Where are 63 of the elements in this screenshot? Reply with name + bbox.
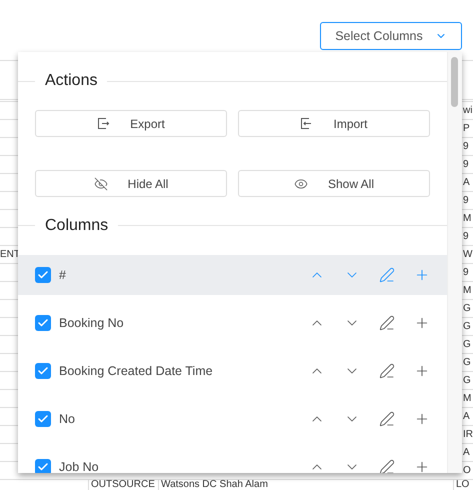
edit-icon[interactable] — [379, 459, 395, 473]
table-cell: Watsons DC Shah Alam — [158, 480, 453, 490]
select-columns-button[interactable]: Select Columns — [320, 22, 462, 50]
table-cell-text: 9 — [462, 158, 470, 172]
table-cell-text: 9 — [462, 194, 470, 208]
checkbox[interactable] — [35, 267, 51, 283]
table-cell-text: A — [462, 446, 471, 460]
column-label: Booking No — [59, 316, 125, 330]
table-cell-text: ENT — [0, 248, 21, 262]
table-cell-text: 9 — [462, 266, 470, 280]
table-cell-text: G — [462, 338, 472, 352]
import-icon — [300, 117, 314, 130]
table-cell-text: M — [462, 284, 472, 298]
checkbox[interactable] — [35, 411, 51, 427]
checkbox[interactable] — [35, 315, 51, 331]
check-icon — [37, 413, 49, 425]
table-cell-text: G — [462, 302, 472, 316]
table-cell-text: 9 — [462, 140, 470, 154]
add-icon[interactable] — [414, 411, 430, 427]
column-label: No — [59, 412, 76, 426]
eye-off-icon — [94, 176, 108, 190]
action-button[interactable]: Hide All — [35, 170, 227, 197]
column-row[interactable]: Job No — [18, 447, 447, 473]
table-cell-text: wi — [462, 104, 473, 118]
table-cell-text: G — [462, 320, 472, 334]
add-icon[interactable] — [414, 315, 430, 331]
add-icon[interactable] — [414, 459, 430, 473]
table-cell-text: M — [462, 392, 472, 406]
edit-icon[interactable] — [379, 315, 395, 331]
action-button[interactable]: Show All — [238, 170, 430, 197]
table-cell-text: M — [462, 212, 472, 226]
table-cell-text: IR — [462, 428, 473, 442]
action-button[interactable]: Export — [35, 110, 227, 137]
table-cell-text: G — [462, 374, 472, 388]
edit-icon[interactable] — [379, 363, 395, 379]
check-icon — [37, 365, 49, 377]
checkbox[interactable] — [35, 459, 51, 473]
add-icon[interactable] — [414, 267, 430, 283]
table-cell-text: A — [462, 176, 471, 190]
export-icon — [97, 117, 110, 130]
checkbox[interactable] — [35, 363, 51, 379]
table-cell-text: P — [462, 122, 471, 136]
check-icon — [37, 269, 49, 281]
add-icon[interactable] — [414, 363, 430, 379]
scrollbar-thumb[interactable] — [451, 57, 458, 107]
column-label: Booking Created Date Time — [59, 364, 214, 378]
check-icon — [37, 317, 49, 329]
table-cell-text: W — [462, 248, 473, 262]
table-cell-text: A — [462, 410, 471, 424]
column-label: # — [59, 268, 67, 282]
edit-icon[interactable] — [379, 411, 395, 427]
table-cell-text: G — [462, 356, 472, 370]
column-row[interactable]: # — [18, 255, 447, 295]
section-title: Columns — [44, 216, 110, 234]
table-cell: OUTSOURCE — [88, 480, 158, 490]
action-button[interactable]: Import — [238, 110, 430, 137]
column-label: Job No — [59, 460, 100, 473]
eye-icon — [294, 176, 308, 190]
check-icon — [37, 461, 49, 473]
table-cell-text: O — [462, 464, 472, 478]
table-cell: LO — [453, 480, 473, 490]
section-title: Actions — [44, 72, 98, 90]
table-cell-text: 9 — [462, 230, 470, 244]
